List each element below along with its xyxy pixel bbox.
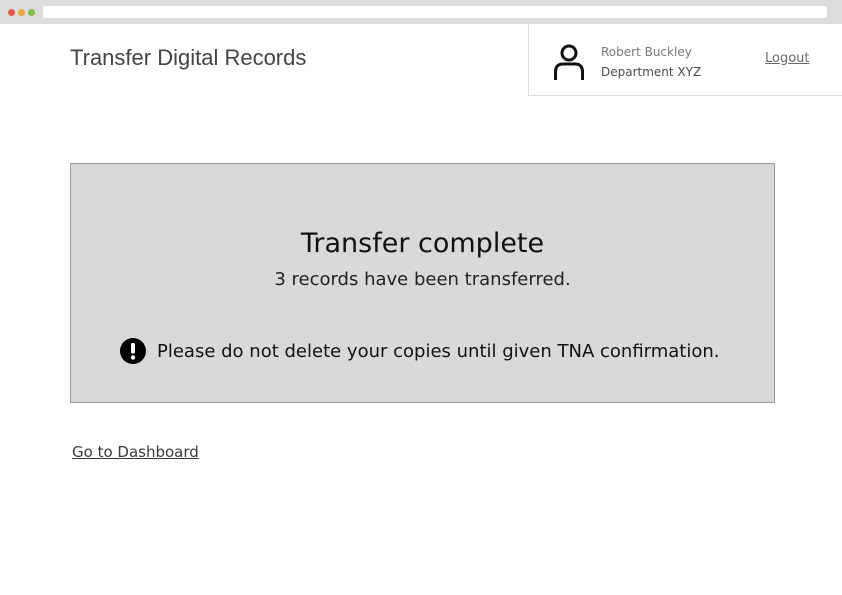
user-department: Department XYZ bbox=[601, 65, 702, 79]
warning-message: Please do not delete your copies until g… bbox=[120, 337, 720, 365]
window-close-dot[interactable] bbox=[8, 9, 15, 16]
user-name: Robert Buckley bbox=[601, 45, 692, 59]
confirmation-summary: 3 records have been transferred. bbox=[274, 269, 571, 290]
go-to-dashboard-link[interactable]: Go to Dashboard bbox=[72, 443, 199, 461]
warning-text: Please do not delete your copies until g… bbox=[157, 340, 720, 362]
logout-link[interactable]: Logout bbox=[765, 51, 810, 66]
exclamation-circle-icon bbox=[120, 338, 146, 364]
user-avatar-icon bbox=[554, 44, 584, 80]
user-panel: Robert Buckley Department XYZ Logout bbox=[528, 24, 842, 96]
app-title: Transfer Digital Records bbox=[70, 45, 307, 70]
confirmation-heading: Transfer complete bbox=[300, 228, 545, 259]
window-maximize-dot[interactable] bbox=[28, 9, 35, 16]
window-minimize-dot[interactable] bbox=[18, 9, 25, 16]
browser-chrome bbox=[0, 0, 842, 24]
address-bar[interactable] bbox=[43, 6, 827, 18]
confirmation-panel: Transfer complete 3 records have been tr… bbox=[70, 163, 775, 403]
